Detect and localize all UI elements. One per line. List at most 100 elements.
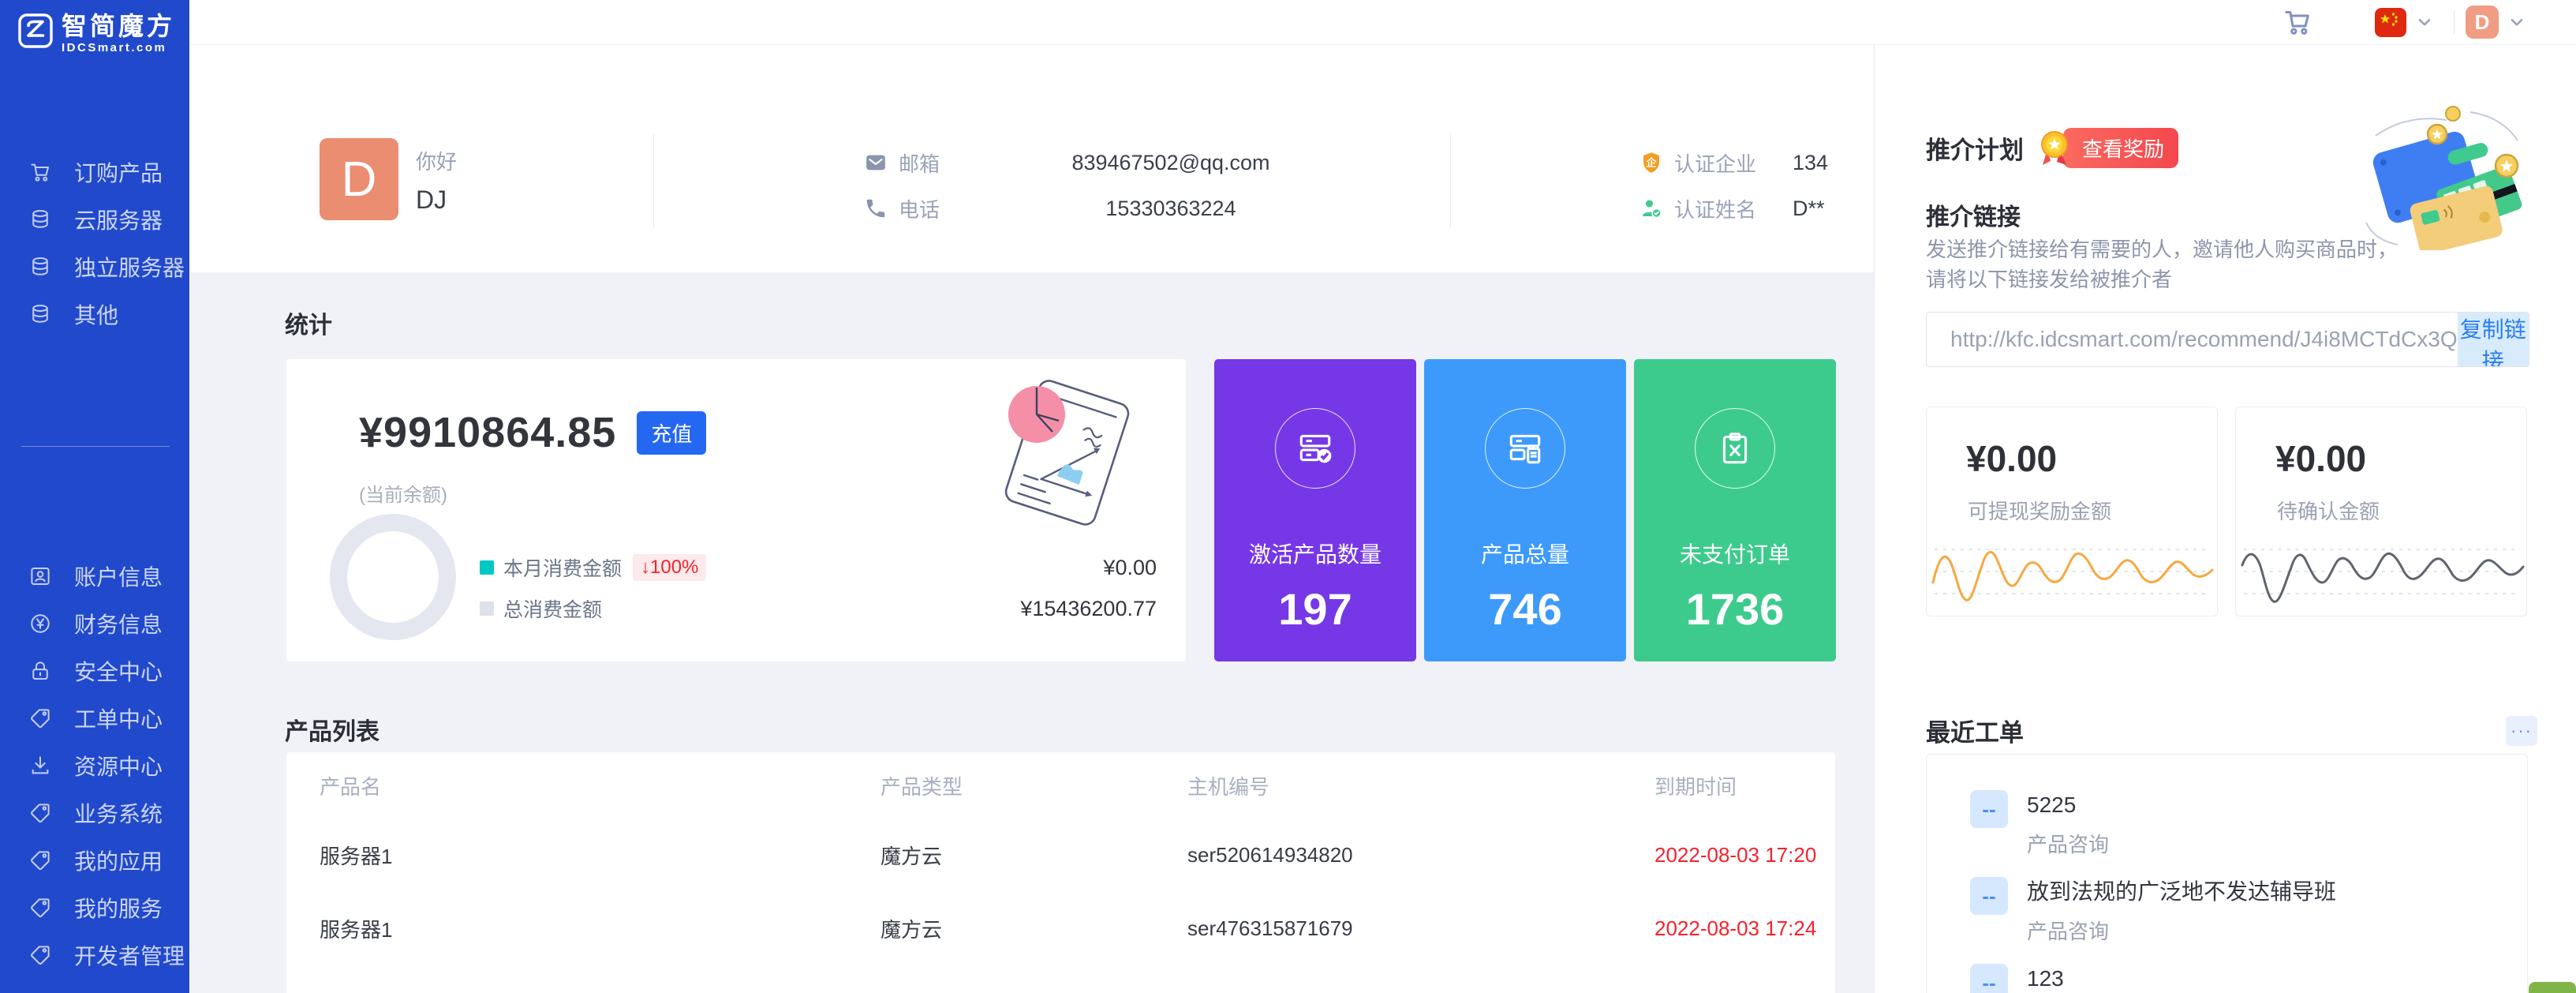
- sidebar-item-label: 资源中心: [74, 750, 163, 781]
- table-row[interactable]: 服务器1 魔方云 ser476315871679 2022-08-03 17:2…: [320, 892, 1835, 965]
- chevron-down-icon[interactable]: [2507, 12, 2527, 32]
- cert-company-value: 134: [1793, 151, 1828, 175]
- brand-logo[interactable]: 智简魔方 IDCSmart.com: [0, 0, 189, 54]
- current-balance: ¥9910864.85: [359, 408, 616, 457]
- stat-card-label: 未支付订单: [1634, 538, 1836, 569]
- sidebar-item-others[interactable]: 其他: [0, 290, 189, 338]
- sidebar-item-finance-info[interactable]: 财务信息: [0, 600, 189, 647]
- host-id: ser476315871679: [1187, 916, 1654, 941]
- ticket-category: 产品咨询: [2027, 829, 2109, 858]
- ticket-title: 放到法规的广泛地不发达辅导班: [2027, 877, 2336, 904]
- chat-float-button[interactable]: [2529, 982, 2576, 993]
- tag-icon: [28, 943, 52, 967]
- sidebar-item-order-products[interactable]: 订购产品: [0, 148, 189, 196]
- view-rewards-button[interactable]: 查看奖励: [2063, 128, 2178, 168]
- sidebar-item-label: 开发者管理: [74, 939, 185, 971]
- avatar[interactable]: D: [2466, 6, 2499, 39]
- sidebar-item-my-apps[interactable]: 我的应用: [0, 837, 189, 884]
- sidebar-item-security-center[interactable]: 安全中心: [0, 647, 189, 695]
- cart-icon[interactable]: [2282, 6, 2313, 38]
- referral-link-field[interactable]: http://kfc.idcsmart.com/recommend/J4i8MC…: [1927, 313, 2458, 366]
- column-header: 主机编号: [1187, 771, 1654, 800]
- cert-name-label: 认证姓名: [1674, 194, 1793, 223]
- ticket-list-item[interactable]: -- 123 产品咨询: [1970, 964, 2109, 993]
- sparkline-chart: [1927, 534, 2217, 606]
- server-icon: [28, 208, 52, 231]
- email-label: 邮箱: [899, 148, 985, 178]
- sidebar-item-dedicated-servers[interactable]: 独立服务器: [0, 243, 189, 290]
- panel-divider: [1450, 134, 1451, 227]
- referral-description: 发送推介链接给有需要的人，邀请他人购买商品时， 请将以下链接发给被推介者: [1926, 234, 2399, 294]
- tickets-more-button[interactable]: ···: [2506, 716, 2537, 746]
- sidebar-item-business-system[interactable]: 业务系统: [0, 789, 189, 837]
- reward-amount: ¥0.00: [2275, 437, 2366, 480]
- lock-icon: [28, 659, 52, 683]
- language-flag-icon[interactable]: [2375, 8, 2406, 37]
- sidebar-item-developer-admin[interactable]: 开发者管理: [0, 931, 189, 979]
- table-row[interactable]: 服务器1 魔方云 ser520614934820 2022-08-03 17:2…: [320, 819, 1835, 892]
- sidebar-item-label: 业务系统: [74, 797, 163, 829]
- column-header: 到期时间: [1654, 771, 1835, 800]
- yen-circle-icon: [28, 612, 52, 635]
- contact-block: 邮箱 839467502@qq.com 电话 15330363224: [864, 140, 1416, 231]
- cert-name-value: D**: [1793, 197, 1825, 221]
- sidebar-item-label: 云服务器: [74, 204, 163, 235]
- sidebar-item-cloud-servers[interactable]: 云服务器: [0, 196, 189, 243]
- download-icon: [28, 754, 52, 778]
- balance-note: (当前余额): [359, 479, 447, 507]
- sidebar-item-account-info[interactable]: 账户信息: [0, 553, 189, 600]
- legend-swatch-gray: [480, 601, 494, 616]
- legend-label: 总消费金额: [503, 594, 602, 623]
- sidebar-item-my-services[interactable]: 我的服务: [0, 884, 189, 931]
- column-header: 产品名: [320, 771, 880, 800]
- legend-value: ¥15436200.77: [1020, 597, 1157, 621]
- cert-name-row: 认证姓名 D**: [1639, 185, 1868, 231]
- sidebar-item-label: 账户信息: [74, 560, 163, 592]
- reward-label: 待确认金额: [2277, 496, 2380, 525]
- chevron-down-icon[interactable]: [2414, 12, 2435, 32]
- column-header: 产品类型: [880, 771, 1187, 800]
- medal-icon: [2035, 126, 2076, 170]
- stat-card-label: 产品总量: [1424, 538, 1626, 569]
- user-info-panel: D 你好 DJ 邮箱 839467502@qq.com 电话 153303632…: [189, 45, 1874, 272]
- ticket-list-item[interactable]: -- 5225 产品咨询: [1970, 790, 2109, 858]
- sidebar-item-resource-center[interactable]: 资源中心: [0, 742, 189, 789]
- ticket-list-item[interactable]: -- 放到法规的广泛地不发达辅导班 产品咨询: [1970, 877, 2336, 945]
- sidebar-secondary-menu: 账户信息 财务信息 安全中心 工单中心 资源中心 业务系统: [0, 553, 189, 979]
- legend-row-total: 总消费金额 ¥15436200.77: [480, 588, 1157, 629]
- sidebar-item-label: 独立服务器: [74, 251, 185, 283]
- stat-card-value: 1736: [1634, 583, 1836, 635]
- referral-link-box: http://kfc.idcsmart.com/recommend/J4i8MC…: [1926, 312, 2529, 367]
- stat-card-label: 激活产品数量: [1214, 538, 1416, 569]
- recent-tickets-card: -- 5225 产品咨询 -- 放到法规的广泛地不发达辅导班 产品咨询 -- 1…: [1926, 754, 2528, 993]
- sidebar-item-label: 其他: [74, 298, 118, 330]
- product-table-header: 产品名 产品类型 主机编号 到期时间: [320, 752, 1835, 819]
- greeting-text: 你好: [416, 146, 457, 175]
- sidebar-item-label: 我的应用: [74, 845, 163, 876]
- legend-value: ¥0.00: [1103, 556, 1157, 580]
- host-id: ser520614934820: [1187, 843, 1654, 867]
- product-name: 服务器1: [320, 914, 880, 943]
- referral-desc-line2: 请将以下链接发给被推介者: [1926, 268, 2172, 291]
- reward-label: 可提现奖励金额: [1968, 496, 2111, 525]
- recharge-button[interactable]: 充值: [637, 411, 706, 455]
- brand-domain: IDCSmart.com: [62, 41, 175, 54]
- cart-icon: [28, 160, 52, 184]
- stats-section-title: 统计: [285, 305, 332, 340]
- main-content: 统计 ¥9910864.85 充值 (当前余额): [189, 272, 1874, 993]
- sidebar-item-ticket-center[interactable]: 工单中心: [0, 695, 189, 742]
- legend-label: 本月消费金额: [503, 553, 622, 582]
- sidebar-item-label: 财务信息: [74, 608, 163, 639]
- server-icon: [28, 255, 52, 279]
- brand-name: 智简魔方: [62, 13, 175, 39]
- sparkline-chart: [2236, 534, 2526, 606]
- tag-icon: [28, 849, 52, 872]
- cert-company-row: 认证企业 134: [1639, 140, 1868, 185]
- phone-row: 电话 15330363224: [864, 185, 1416, 231]
- stat-card-value: 746: [1424, 583, 1626, 635]
- server-doc-icon: [1505, 429, 1545, 468]
- copy-link-button[interactable]: 复制链接: [2458, 313, 2529, 366]
- id-card-icon: [28, 564, 52, 588]
- sidebar-item-label: 我的服务: [74, 892, 163, 924]
- server-icon: [28, 302, 52, 326]
